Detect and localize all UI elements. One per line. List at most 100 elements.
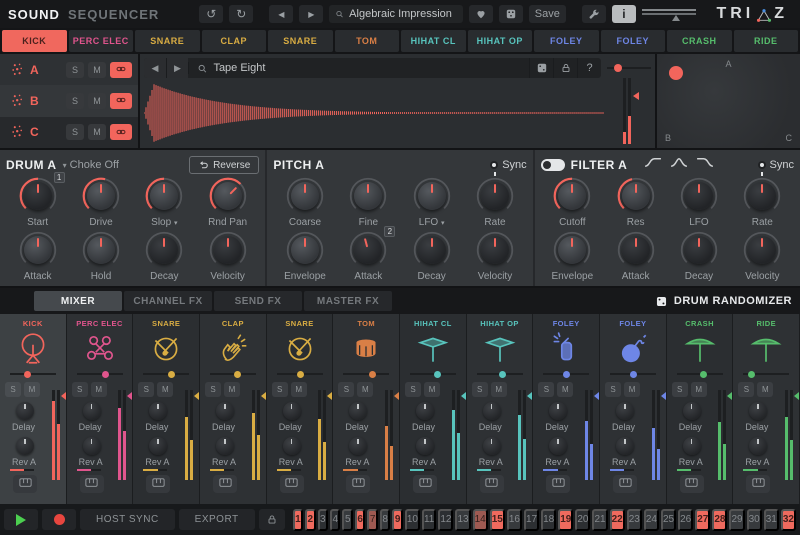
- step-9[interactable]: 9: [392, 509, 402, 531]
- drum-randomizer-button[interactable]: DRUM RANDOMIZER: [655, 295, 792, 308]
- channel-delay-knob[interactable]: [683, 402, 701, 420]
- knob-drive[interactable]: [81, 176, 121, 216]
- layer-a-solo-button[interactable]: S: [66, 62, 84, 78]
- tab-sequencer[interactable]: SEQUENCER: [68, 7, 159, 22]
- layer-a-mute-button[interactable]: M: [88, 62, 106, 78]
- channel-solo-button[interactable]: S: [272, 382, 288, 397]
- mixer-channel-1-perc-elec[interactable]: PERC ELECSMDelayRev A: [67, 314, 134, 504]
- step-23[interactable]: 23: [627, 509, 642, 531]
- knob-decay[interactable]: [144, 230, 184, 270]
- drum-tab-11-ride[interactable]: RIDE: [734, 30, 799, 52]
- channel-delay-knob[interactable]: [483, 402, 501, 420]
- channel-pan-slider[interactable]: [410, 370, 456, 378]
- channel-pan-slider[interactable]: [10, 370, 56, 378]
- channel-reverb-knob[interactable]: [349, 437, 367, 455]
- knob-envelope[interactable]: [285, 230, 325, 270]
- step-15[interactable]: 15: [490, 509, 505, 531]
- choke-mode-dropdown[interactable]: ▾ Choke Off: [63, 159, 119, 171]
- step-24[interactable]: 24: [644, 509, 659, 531]
- channel-reverb-knob[interactable]: [483, 437, 501, 455]
- drum-tab-7-hihat-op[interactable]: HIHAT OP: [468, 30, 533, 52]
- channel-solo-button[interactable]: S: [72, 382, 88, 397]
- channel-pan-slider[interactable]: [343, 370, 389, 378]
- layer-row-a[interactable]: ASM: [0, 54, 138, 85]
- xy-pad-handle[interactable]: [669, 66, 683, 80]
- channel-delay-knob[interactable]: [549, 402, 567, 420]
- step-2[interactable]: 2: [305, 509, 315, 531]
- mixer-channel-5-tom[interactable]: TOMSMDelayRev A: [333, 314, 400, 504]
- knob-start[interactable]: 1: [18, 176, 58, 216]
- channel-reverb-knob[interactable]: [16, 437, 34, 455]
- fx-tab-mixer[interactable]: MIXER: [34, 291, 122, 311]
- prev-preset-button[interactable]: ◀: [269, 5, 293, 23]
- preset-search-input[interactable]: [349, 8, 457, 20]
- step-12[interactable]: 12: [438, 509, 453, 531]
- channel-output-button[interactable]: [146, 475, 170, 493]
- reverse-button[interactable]: Reverse: [189, 156, 259, 174]
- channel-reverb-knob[interactable]: [749, 437, 767, 455]
- step-26[interactable]: 26: [678, 509, 693, 531]
- waveform-display[interactable]: [144, 80, 605, 146]
- channel-reverb-knob[interactable]: [216, 437, 234, 455]
- channel-solo-button[interactable]: S: [138, 382, 154, 397]
- channel-mute-button[interactable]: M: [557, 382, 573, 397]
- step-19[interactable]: 19: [558, 509, 573, 531]
- knob-velocity[interactable]: [208, 230, 248, 270]
- mixer-channel-10-crash[interactable]: CRASHSMDelayRev A: [667, 314, 734, 504]
- next-preset-button[interactable]: ▶: [299, 5, 323, 23]
- sample-name-input[interactable]: [213, 62, 521, 74]
- info-button[interactable]: i: [612, 5, 636, 23]
- channel-reverb-knob[interactable]: [83, 437, 101, 455]
- filter-sync-toggle[interactable]: Sync: [758, 159, 794, 171]
- channel-reverb-knob[interactable]: [149, 437, 167, 455]
- channel-pan-slider[interactable]: [277, 370, 323, 378]
- pitch-sync-toggle[interactable]: Sync: [490, 159, 526, 171]
- channel-mute-button[interactable]: M: [491, 382, 507, 397]
- mixer-channel-2-snare[interactable]: SNARESMDelayRev A: [133, 314, 200, 504]
- random-preset-button[interactable]: [499, 5, 523, 23]
- channel-solo-button[interactable]: S: [405, 382, 421, 397]
- layer-c-link-button[interactable]: [110, 124, 132, 140]
- channel-delay-knob[interactable]: [16, 402, 34, 420]
- channel-reverb-knob[interactable]: [416, 437, 434, 455]
- channel-output-button[interactable]: [280, 475, 304, 493]
- knob-attack[interactable]: 2: [348, 230, 388, 270]
- channel-reverb-knob[interactable]: [549, 437, 567, 455]
- step-31[interactable]: 31: [764, 509, 779, 531]
- knob-envelope[interactable]: [552, 230, 592, 270]
- step-11[interactable]: 11: [422, 509, 436, 531]
- channel-solo-button[interactable]: S: [605, 382, 621, 397]
- channel-solo-button[interactable]: S: [472, 382, 488, 397]
- knob-decay[interactable]: [412, 230, 452, 270]
- channel-reverb-knob[interactable]: [283, 437, 301, 455]
- knob-hold[interactable]: [81, 230, 121, 270]
- step-29[interactable]: 29: [729, 509, 744, 531]
- knob-slop[interactable]: [144, 176, 184, 216]
- redo-button[interactable]: ↻: [229, 5, 253, 23]
- knob-coarse[interactable]: [285, 176, 325, 216]
- channel-output-button[interactable]: [413, 475, 437, 493]
- lock-sample-button[interactable]: [553, 58, 577, 78]
- mixer-channel-4-snare[interactable]: SNARESMDelayRev A: [267, 314, 334, 504]
- drum-tab-1-perc-elec[interactable]: PERC ELEC: [69, 30, 134, 52]
- drum-tab-2-snare[interactable]: SNARE: [135, 30, 200, 52]
- step-8[interactable]: 8: [380, 509, 390, 531]
- channel-mute-button[interactable]: M: [224, 382, 240, 397]
- channel-solo-button[interactable]: S: [338, 382, 354, 397]
- channel-output-button[interactable]: [13, 475, 37, 493]
- drum-tab-9-foley[interactable]: FOLEY: [601, 30, 666, 52]
- channel-solo-button[interactable]: S: [5, 382, 21, 397]
- drum-tab-0-kick[interactable]: KICK: [2, 30, 67, 52]
- channel-reverb-knob[interactable]: [616, 437, 634, 455]
- mixer-channel-9-foley[interactable]: FOLEYSMDelayRev A: [600, 314, 667, 504]
- channel-delay-knob[interactable]: [83, 402, 101, 420]
- layer-b-solo-button[interactable]: S: [66, 93, 84, 109]
- step-6[interactable]: 6: [355, 509, 365, 531]
- step-21[interactable]: 21: [592, 509, 607, 531]
- step-22[interactable]: 22: [610, 509, 625, 531]
- drum-tab-6-hihat-cl[interactable]: HIHAT CL: [401, 30, 466, 52]
- settings-button[interactable]: [582, 5, 606, 23]
- mixer-channel-6-hihat-cl[interactable]: HIHAT CLSMDelayRev A: [400, 314, 467, 504]
- channel-mute-button[interactable]: M: [357, 382, 373, 397]
- channel-mute-button[interactable]: M: [157, 382, 173, 397]
